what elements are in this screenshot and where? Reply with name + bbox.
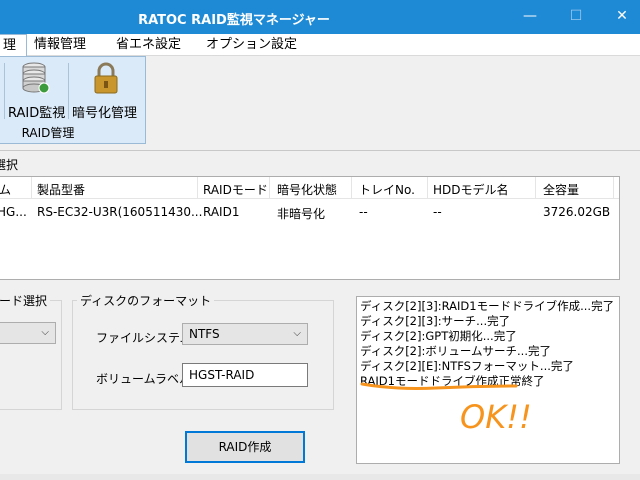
column-header[interactable]: トレイNo. bbox=[359, 181, 415, 198]
volume-label-value: HGST-RAID bbox=[189, 368, 255, 382]
ribbon-separator bbox=[68, 63, 69, 119]
log-line: ディスク[2][E]:NTFSフォーマット...完了 bbox=[360, 359, 574, 373]
cell-product-model: RS-EC32-U3R(160511430... bbox=[37, 205, 203, 219]
raid-monitor-label: RAID監視 bbox=[8, 106, 66, 121]
disk-format-legend: ディスクのフォーマット bbox=[77, 292, 215, 309]
mode-select-group bbox=[0, 300, 62, 410]
log-line: ディスク[2]:GPT初期化...完了 bbox=[360, 329, 517, 343]
column-header[interactable]: 暗号化状態 bbox=[277, 181, 337, 198]
menu-tab-raid-management[interactable]: 理 bbox=[0, 34, 28, 56]
cell-capacity: 3726.02GB bbox=[543, 205, 611, 219]
mode-select-legend: ード選択 bbox=[0, 292, 51, 309]
column-divider[interactable] bbox=[31, 177, 32, 199]
raid-create-button[interactable]: RAID作成 bbox=[185, 431, 305, 463]
column-header[interactable]: 製品型番 bbox=[37, 181, 85, 198]
disk-format-group bbox=[72, 300, 334, 410]
ribbon-group-label: RAID管理 bbox=[21, 126, 75, 140]
cell-encryption-state: 非暗号化 bbox=[277, 207, 326, 221]
cell-tray-no: -- bbox=[359, 205, 368, 219]
column-divider[interactable] bbox=[427, 177, 428, 199]
chevron-down-icon: ⌵ bbox=[293, 328, 301, 339]
window-title: RATOC RAID監視マネージャー bbox=[138, 13, 330, 28]
raid-monitor-button[interactable]: RAID監視 bbox=[8, 61, 66, 121]
column-divider[interactable] bbox=[197, 177, 198, 199]
cell-serial: HG... bbox=[0, 205, 27, 219]
volume-label-label: ボリュームラベル bbox=[96, 372, 192, 386]
menu-tab-info-management[interactable]: 情報管理 bbox=[24, 34, 96, 56]
file-system-select[interactable]: NTFS ⌵ bbox=[182, 323, 308, 345]
disk-select-label: 選択 bbox=[0, 158, 19, 172]
file-system-label: ファイルシステム bbox=[96, 331, 192, 345]
cell-raid-mode: RAID1 bbox=[203, 205, 240, 219]
log-line: ディスク[2][3]:サーチ...完了 bbox=[360, 314, 511, 328]
menu-bar: 理 情報管理 省エネ設定 オプション設定 bbox=[0, 34, 640, 56]
column-header[interactable]: 全容量 bbox=[543, 181, 579, 198]
encryption-management-label: 暗号化管理 bbox=[72, 106, 138, 121]
ribbon-divider bbox=[0, 150, 640, 151]
ribbon-separator bbox=[4, 63, 5, 119]
close-button[interactable]: ✕ bbox=[600, 0, 640, 34]
encryption-management-button[interactable]: 暗号化管理 bbox=[72, 61, 140, 121]
menu-tab-power-saving[interactable]: 省エネ設定 bbox=[106, 34, 191, 56]
column-divider[interactable] bbox=[535, 177, 536, 199]
disk-stack-icon bbox=[21, 61, 51, 98]
log-line: ディスク[2][3]:RAID1モードドライブ作成...完了 bbox=[360, 299, 615, 313]
padlock-icon bbox=[91, 61, 121, 98]
cell-hdd-model: -- bbox=[433, 205, 442, 219]
log-line: ディスク[2]:ボリュームサーチ...完了 bbox=[360, 344, 551, 358]
title-bar: RATOC RAID監視マネージャー — ☐ ✕ bbox=[0, 0, 640, 34]
column-header[interactable]: RAIDモード bbox=[203, 181, 268, 198]
maximize-button[interactable]: ☐ bbox=[554, 0, 598, 34]
column-divider[interactable] bbox=[351, 177, 352, 199]
annotation-text: OK!! bbox=[460, 398, 532, 436]
ribbon-panel: RAID監視 暗号化管理 RAID管理 bbox=[0, 56, 146, 144]
column-divider[interactable] bbox=[269, 177, 270, 199]
status-strip bbox=[0, 474, 640, 480]
handwritten-annotation: OK!! bbox=[360, 382, 532, 436]
column-header[interactable]: ム bbox=[0, 181, 11, 198]
chevron-down-icon: ⌵ bbox=[41, 327, 49, 338]
minimize-button[interactable]: — bbox=[508, 0, 552, 34]
raid-mode-select[interactable]: ⌵ bbox=[0, 322, 56, 344]
table-header: ム 製品型番 RAIDモード 暗号化状態 トレイNo. HDDモデル名 全容量 bbox=[0, 177, 619, 199]
volume-label-input[interactable]: HGST-RAID bbox=[182, 363, 308, 387]
menu-tab-options[interactable]: オプション設定 bbox=[196, 34, 307, 56]
file-system-value: NTFS bbox=[189, 327, 220, 341]
column-divider[interactable] bbox=[613, 177, 614, 199]
column-header[interactable]: HDDモデル名 bbox=[433, 181, 509, 198]
disk-table: ム 製品型番 RAIDモード 暗号化状態 トレイNo. HDDモデル名 全容量 … bbox=[0, 176, 620, 280]
